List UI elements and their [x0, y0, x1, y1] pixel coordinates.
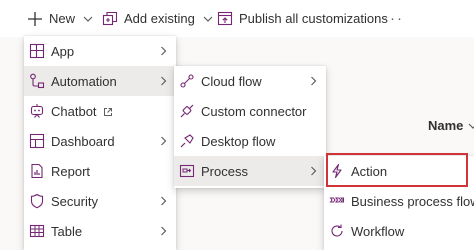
add-existing-button[interactable]: Add existing	[102, 0, 213, 37]
menu-item-business-process-flow[interactable]: Business process flow	[324, 186, 474, 216]
chevron-right-icon	[160, 46, 167, 56]
command-bar: New Add existing Publish all customizati…	[0, 0, 474, 37]
automation-submenu: Cloud flow Custom connector Desktop flow	[174, 66, 326, 188]
workflow-icon	[329, 223, 345, 239]
menu-item-label: Security	[51, 194, 98, 209]
connector-icon	[179, 103, 195, 119]
automation-flow-icon	[29, 73, 45, 89]
desktop-flow-icon	[179, 133, 195, 149]
dashboard-icon	[29, 133, 45, 149]
chevron-right-icon	[160, 226, 167, 236]
more-label: ···	[383, 10, 404, 27]
menu-item-label: Report	[51, 164, 91, 179]
more-commands-button[interactable]: ···	[383, 0, 404, 37]
business-process-flow-icon	[329, 193, 345, 209]
menu-item-label: App	[51, 44, 75, 59]
menu-item-chatbot[interactable]: Chatbot	[24, 96, 176, 126]
chevron-down-icon	[468, 121, 474, 131]
lightning-icon	[329, 163, 345, 179]
menu-item-automation[interactable]: Automation	[24, 66, 176, 96]
external-link-icon	[103, 107, 113, 117]
new-label: New	[49, 11, 76, 26]
add-existing-label: Add existing	[124, 11, 195, 26]
menu-item-label: Action	[351, 164, 388, 179]
publish-all-customizations-button[interactable]: Publish all customizations	[217, 0, 388, 37]
name-column-header[interactable]: Name	[428, 118, 474, 133]
new-menu: App Automation Chatbot Dashboard Report …	[24, 36, 176, 250]
menu-item-label: Table	[51, 224, 83, 239]
menu-item-label: Desktop flow	[201, 134, 276, 149]
menu-item-desktop-flow[interactable]: Desktop flow	[174, 126, 326, 156]
cloud-flow-icon	[179, 73, 195, 89]
chevron-right-icon	[160, 136, 167, 146]
chevron-right-icon	[160, 76, 167, 86]
menu-item-label: Chatbot	[51, 104, 97, 119]
menu-item-label: Dashboard	[51, 134, 115, 149]
process-icon	[179, 163, 195, 179]
menu-item-table[interactable]: Table	[24, 216, 176, 246]
menu-item-label: Custom connector	[201, 104, 307, 119]
add-existing-icon	[102, 11, 118, 27]
plus-icon	[27, 11, 43, 27]
chevron-right-icon	[160, 196, 167, 206]
menu-item-label: Automation	[51, 74, 117, 89]
table-icon	[29, 223, 45, 239]
menu-item-cloud-flow[interactable]: Cloud flow	[174, 66, 326, 96]
menu-item-process[interactable]: Process	[174, 156, 326, 186]
menu-item-app[interactable]: App	[24, 36, 176, 66]
chatbot-icon	[29, 103, 45, 119]
chevron-down-icon	[203, 14, 213, 24]
menu-item-label: Process	[201, 164, 248, 179]
menu-item-workflow[interactable]: Workflow	[324, 216, 474, 246]
name-header-label: Name	[428, 118, 464, 133]
process-submenu: Action Business process flow Workflow	[324, 156, 474, 250]
menu-item-label: Cloud flow	[201, 74, 262, 89]
app-grid-icon	[29, 43, 45, 59]
menu-item-security[interactable]: Security	[24, 186, 176, 216]
menu-item-report[interactable]: Report	[24, 156, 176, 186]
chevron-right-icon	[310, 166, 317, 176]
publish-icon	[217, 11, 233, 27]
report-icon	[29, 163, 45, 179]
menu-item-label: Workflow	[351, 224, 405, 239]
publish-label: Publish all customizations	[239, 11, 388, 26]
menu-item-label-wrap: Chatbot	[51, 104, 113, 119]
chevron-down-icon	[83, 14, 93, 24]
new-button[interactable]: New	[27, 0, 93, 37]
menu-item-custom-connector[interactable]: Custom connector	[174, 96, 326, 126]
menu-item-dashboard[interactable]: Dashboard	[24, 126, 176, 156]
menu-item-label: Business process flow	[351, 194, 474, 209]
shield-icon	[29, 193, 45, 209]
chevron-right-icon	[310, 76, 317, 86]
menu-item-action[interactable]: Action	[324, 156, 474, 186]
